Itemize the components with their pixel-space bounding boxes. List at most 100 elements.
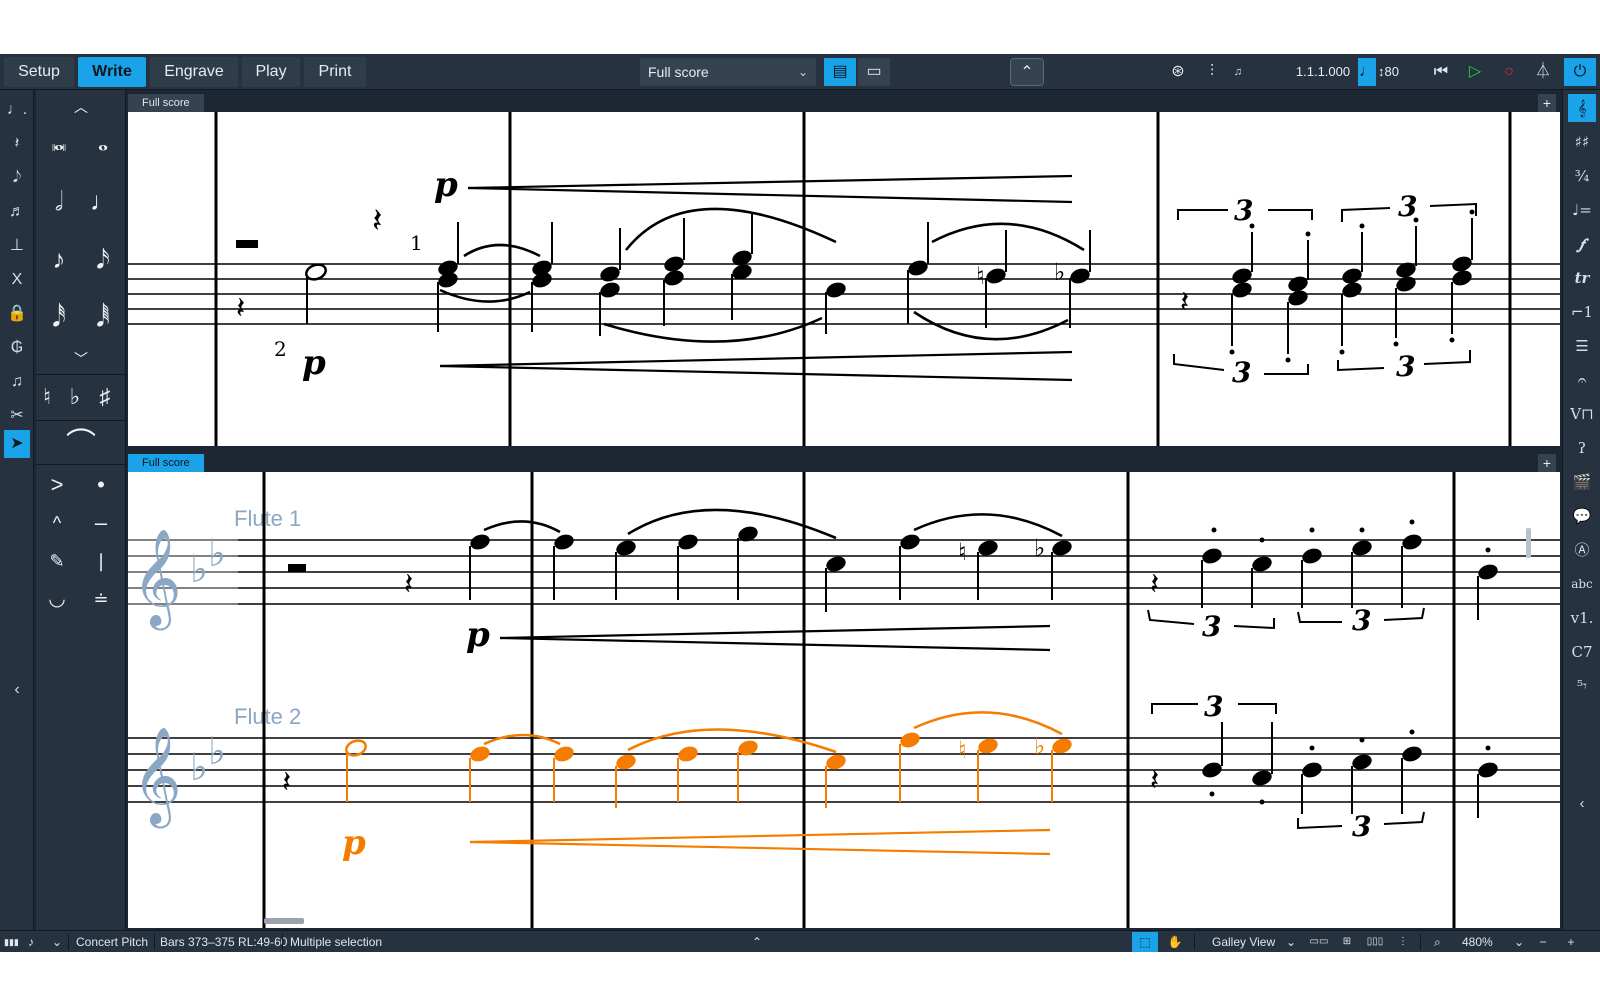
top-pane-tab[interactable]: Full score xyxy=(128,94,204,112)
concert-pitch-toggle[interactable]: Concert Pitch xyxy=(76,931,148,953)
tie-split-icon[interactable]: Χ xyxy=(4,266,30,294)
natural-icon[interactable]: ♮ xyxy=(32,376,62,418)
mode-tab-engrave[interactable]: Engrave xyxy=(150,57,238,87)
zoom-out-icon[interactable]: − xyxy=(1530,932,1556,952)
key-signature-icon[interactable]: ♯♯ xyxy=(1568,128,1596,156)
single-pages-horizontal-icon[interactable]: ▯▯▯ xyxy=(1362,932,1388,952)
staccato-icon[interactable]: • xyxy=(80,464,122,506)
mode-tab-write[interactable]: Write xyxy=(78,57,146,87)
mixer-icon[interactable]: ⫶ xyxy=(1198,58,1226,86)
chevron-down-icon: ⌄ xyxy=(797,65,808,79)
collapse-right-chevron-icon[interactable]: ‹ xyxy=(1568,790,1596,818)
video-reel-icon[interactable]: ⊛ xyxy=(1164,58,1192,86)
fermata-icon[interactable]: 𝄐 xyxy=(1568,366,1596,394)
accent-icon[interactable]: > xyxy=(36,464,78,506)
select-arrow-icon[interactable]: ➤ xyxy=(4,430,30,458)
staccatissimo-icon[interactable]: ❘ xyxy=(80,540,122,582)
rehearsal-mark-icon[interactable]: v1. xyxy=(1568,604,1596,632)
record-icon[interactable]: ○ xyxy=(1494,58,1524,86)
mode-tab-print[interactable]: Print xyxy=(304,57,366,87)
whole-note-icon[interactable]: 𝅝 xyxy=(82,120,124,162)
clef-icon[interactable]: 𝄞 xyxy=(1568,94,1596,122)
metronome-icon[interactable]: ⏃ xyxy=(1528,58,1558,86)
page-view-icon[interactable]: ▭ xyxy=(858,58,890,86)
play-icon[interactable]: ▷ xyxy=(1460,58,1490,86)
rewind-icon[interactable]: ⏮ xyxy=(1426,58,1456,86)
zoom-search-icon[interactable]: ⌕ xyxy=(1434,931,1448,953)
flat-accidental: ♭ xyxy=(1034,534,1045,562)
note-input-icon[interactable]: ♪ xyxy=(28,931,42,953)
hand-tool-icon[interactable]: ✋ xyxy=(1162,932,1188,952)
force-duration-icon[interactable]: ₲ xyxy=(4,334,30,362)
chevron-down-icon[interactable]: ⌄ xyxy=(1286,931,1296,953)
dynamics-icon[interactable]: 𝆑 xyxy=(1568,230,1596,258)
vertical-scrollbar[interactable] xyxy=(1526,528,1531,558)
power-icon[interactable]: ⏻ xyxy=(1564,58,1596,86)
time-signature-icon[interactable]: ¾ xyxy=(1568,162,1596,190)
notes-toolbox: ♩. 𝄽 𝅘𝅥𝅮 ♬ ⊥ Χ 🔒 ₲ ♫ ✂ ➤ ‹ xyxy=(0,90,34,952)
top-score-pane[interactable]: 𝄽 𝄽 1 2 p p ♮ ♭ 𝄽 3 3 3 3 xyxy=(128,112,1560,446)
collapse-left-chevron-icon[interactable]: ‹ xyxy=(4,676,30,704)
breve-icon[interactable]: 𝅜 xyxy=(38,120,80,162)
bars-icon[interactable]: ☰ xyxy=(1568,332,1596,360)
half-note-icon[interactable]: 𝅗𝅥 xyxy=(38,180,80,222)
galley-view-icon[interactable]: ▤ xyxy=(824,58,856,86)
mode-tab-play[interactable]: Play xyxy=(242,57,300,87)
midi-icon[interactable]: ♫ xyxy=(1228,58,1248,86)
mode-tab-setup[interactable]: Setup xyxy=(4,57,74,87)
marquee-select-icon[interactable]: ⬚ xyxy=(1132,932,1158,952)
tenuto-staccato-icon[interactable]: ≐ xyxy=(80,578,122,620)
bottom-pane-tab[interactable]: Full score xyxy=(128,454,204,472)
thirty-second-note-icon[interactable]: 𝅘𝅥𝅰 xyxy=(38,296,80,338)
chord-symbol-icon[interactable]: C7 xyxy=(1568,638,1596,666)
hide-toolbar-chevron-up-icon[interactable]: ⌃ xyxy=(1010,58,1044,86)
figured-bass-icon[interactable]: ⁵𝄾 xyxy=(1568,672,1596,700)
chevron-down-icon[interactable]: ⌄ xyxy=(52,931,64,953)
ornaments-icon[interactable]: tr xyxy=(1568,264,1596,292)
sharp-icon[interactable]: ♯ xyxy=(90,376,120,418)
quarter-note-icon[interactable]: ♩ xyxy=(82,180,124,222)
layout-select[interactable]: Full score ⌄ xyxy=(640,58,816,86)
note-tempo-icon[interactable]: ♩ xyxy=(1358,58,1376,86)
staff-name-flute-1: Flute 1 xyxy=(234,506,301,531)
grace-note-icon[interactable]: ♬ xyxy=(4,198,30,226)
expand-panel-chevron-up-icon[interactable]: ⌃ xyxy=(752,931,768,953)
spreads-horizontal-icon[interactable]: ▭▭ xyxy=(1306,932,1332,952)
scissors-icon[interactable]: ✂ xyxy=(4,402,30,430)
chevron-down-icon[interactable]: ⌄ xyxy=(1514,931,1524,953)
playing-techniques-icon[interactable]: ʔ xyxy=(1568,434,1596,462)
text-icon[interactable]: Ⓐ xyxy=(1568,536,1596,564)
dotted-note-icon[interactable]: ♩. xyxy=(4,96,30,124)
stem-direction-icon[interactable]: ⊥ xyxy=(4,232,30,260)
unstress-icon[interactable]: ◡ xyxy=(36,578,78,620)
marcato-icon[interactable]: ^ xyxy=(36,502,78,544)
top-score-canvas: 𝄽 𝄽 1 2 p p ♮ ♭ 𝄽 3 3 3 3 xyxy=(128,112,1560,446)
sixteenth-note-icon[interactable]: 𝅘𝅥𝅯 xyxy=(82,238,124,280)
flat-icon[interactable]: ♭ xyxy=(60,376,90,418)
tempo-icon[interactable]: ♩= xyxy=(1568,196,1596,224)
tenuto-icon[interactable]: – xyxy=(80,502,122,544)
slur-icon[interactable]: ⌒ xyxy=(58,424,104,466)
keyboard-icon[interactable]: ▮▮▮ xyxy=(4,931,22,953)
spreads-vertical-icon[interactable]: ⊞ xyxy=(1334,932,1360,952)
lyrics-icon[interactable]: abc xyxy=(1568,570,1596,598)
view-type-select[interactable]: Galley View xyxy=(1212,931,1275,953)
comment-icon[interactable]: 💬 xyxy=(1568,502,1596,530)
eighth-note-icon[interactable]: ♪ xyxy=(38,238,80,280)
bottom-score-pane[interactable]: 𝄞 ♭ ♭ 𝄞 ♭ ♭ Flute 1 Flute 2 𝄽 ♮ ♭ p 𝄽 3 … xyxy=(128,472,1560,928)
sixty-fourth-note-icon[interactable]: 𝅘𝅥𝅱 xyxy=(82,296,124,338)
zoom-in-icon[interactable]: + xyxy=(1558,932,1584,952)
bowing-icon[interactable]: V⊓ xyxy=(1568,400,1596,428)
rest-icon[interactable]: 𝄽 xyxy=(4,130,30,158)
zoom-level[interactable]: 480% xyxy=(1462,931,1493,953)
tuplet-icon[interactable]: ♫ xyxy=(4,368,30,396)
lock-icon[interactable]: 🔒 xyxy=(4,300,30,328)
cue-clapper-icon[interactable]: 🎬 xyxy=(1568,468,1596,496)
repeat-endings-icon[interactable]: ⌐1 xyxy=(1568,298,1596,326)
stress-icon[interactable]: ✎ xyxy=(36,540,78,582)
flat-accidental: ♭ xyxy=(1034,732,1045,760)
add-tab-plus-icon[interactable]: + xyxy=(1538,94,1556,112)
slash-note-icon[interactable]: 𝅘𝅥𝅮 xyxy=(4,164,30,192)
single-pages-vertical-icon[interactable]: ⋮ xyxy=(1390,932,1416,952)
add-tab-plus-icon[interactable]: + xyxy=(1538,454,1556,472)
